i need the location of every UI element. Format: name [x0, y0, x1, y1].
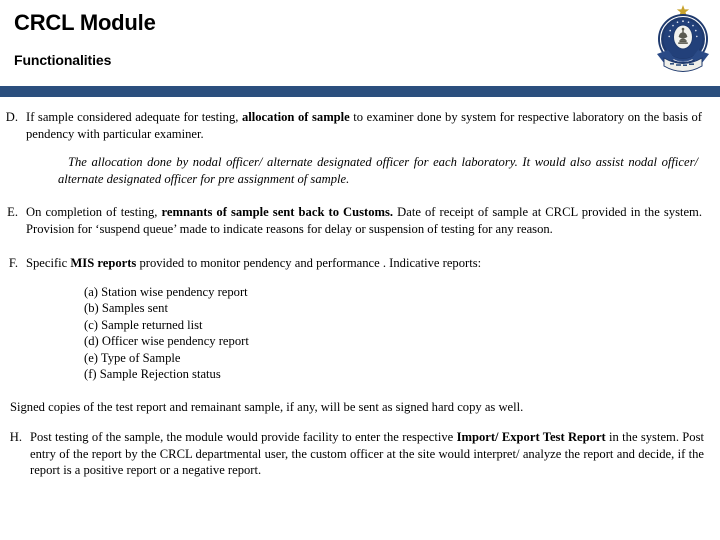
item-f-bold-1: MIS reports [70, 256, 137, 270]
item-h-text-1: Post testing of the sample, the module w… [30, 430, 457, 444]
list-marker-d: D. [5, 110, 18, 124]
list-marker-f: F. [8, 256, 18, 270]
list-item: (c) Sample returned list [84, 317, 203, 332]
item-h-bold-1: Import/ Export Test Report [456, 430, 606, 444]
item-d-note-text: The allocation done by nodal officer/ al… [58, 155, 698, 186]
header-divider-bar [0, 86, 720, 97]
list-item: (f) Sample Rejection status [84, 367, 221, 381]
page-title: CRCL Module [14, 10, 156, 35]
item-e-text-1: On completion of testing, [26, 205, 162, 219]
list-item: (d) Officer wise pendency report [84, 334, 249, 348]
item-e-bold-1: remnants of sample sent back to Customs. [161, 205, 394, 219]
item-f-text-2: provided to monitor pendency and perform… [136, 256, 482, 270]
list-marker-e: E. [7, 205, 18, 219]
list-item-f: F. Specific MIS reports provided to moni… [0, 255, 720, 272]
list-item-e: E. On completion of testing, remnants of… [0, 204, 720, 237]
list-item: (e) Type of Sample [84, 350, 181, 365]
list-item-d: D. If sample considered adequate for tes… [0, 109, 720, 142]
signed-copies-note: Signed copies of the test report and rem… [10, 399, 524, 414]
item-d-bold-1: allocation of sample [241, 110, 350, 124]
page-subtitle: Functionalities [14, 52, 112, 68]
list-item-h-text: Post testing of the sample, the module w… [30, 429, 720, 479]
indian-customs-central-excise-emblem [655, 3, 711, 85]
item-d-note: The allocation done by nodal officer/ al… [58, 154, 720, 188]
item-f-text-1: Specific [26, 256, 71, 270]
indicative-reports-list: (a) Station wise pendency report (b) Sam… [84, 284, 720, 383]
list-item-d-text: If sample considered adequate for testin… [26, 109, 720, 142]
list-item-h: H. Post testing of the sample, the modul… [0, 429, 720, 479]
list-item-f-text: Specific MIS reports provided to monitor… [26, 255, 720, 272]
slide: CRCL Module Functionalities D. If sample… [0, 0, 720, 540]
list-item-e-text: On completion of testing, remnants of sa… [26, 204, 720, 237]
slide-content: D. If sample considered adequate for tes… [0, 97, 720, 540]
list-item: (b) Samples sent [84, 301, 168, 315]
slide-header: CRCL Module Functionalities [0, 0, 720, 86]
list-marker-h: H. [9, 430, 22, 444]
item-d-text-1: If sample considered adequate for testin… [26, 110, 242, 124]
list-item: (a) Station wise pendency report [84, 284, 248, 299]
